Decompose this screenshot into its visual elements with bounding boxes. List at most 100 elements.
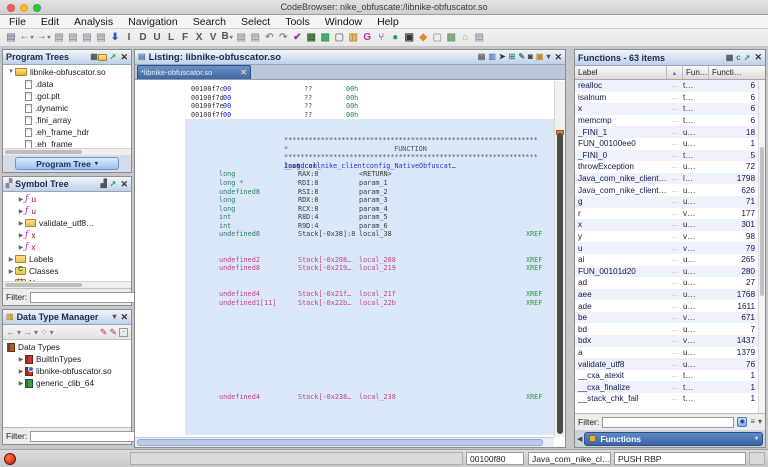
program-tree-section-row[interactable]: .got.plt [3, 90, 131, 102]
symbol-tree-row[interactable]: ▶ ƒ x [3, 241, 131, 253]
listing-line[interactable] [185, 281, 554, 291]
listing-line[interactable] [185, 238, 554, 248]
function-row[interactable]: isalnum … t… 6 [575, 92, 758, 104]
column-header-label[interactable]: Label [575, 66, 667, 79]
symbol-filter-input[interactable] [30, 291, 147, 303]
listing-line[interactable]: long * RDI:8 param_1 [185, 179, 554, 188]
function-row[interactable]: u … v… 79 [575, 242, 758, 254]
paste-icon[interactable]: ▥ [488, 50, 496, 64]
listing-line[interactable]: 00100f7e 00 ?? 00h [185, 102, 554, 111]
compiler-icon[interactable]: c [736, 51, 740, 65]
functions-tab[interactable]: Functions ▾ [584, 431, 763, 446]
nav-back-icon[interactable]: ← [20, 29, 34, 46]
listing-line[interactable] [185, 409, 554, 419]
function-row[interactable]: bd … u… 7 [575, 323, 758, 335]
column-header-size[interactable]: Functi… [709, 66, 765, 79]
close-panel-icon[interactable]: ✕ [120, 179, 128, 190]
program-tree-section-row[interactable]: .dynamic [3, 102, 131, 114]
clone-icon[interactable]: ▤ [474, 30, 485, 46]
listing-line[interactable] [185, 367, 554, 376]
preview-icon[interactable]: ⁘ [40, 327, 48, 338]
listing-line[interactable] [185, 307, 554, 316]
letter-button-B[interactable]: B [222, 29, 233, 46]
menu-item[interactable]: Select [241, 16, 270, 28]
graph-icon[interactable]: ▟ [101, 177, 107, 191]
menu-item[interactable]: Search [193, 16, 226, 28]
function-row[interactable]: FUN_00100ee0 … u… 1 [575, 138, 758, 150]
function-row[interactable]: r … v… 177 [575, 208, 758, 220]
column-filter-icon[interactable]: ≡ [750, 415, 755, 429]
program-tree-root-row[interactable]: ▼ libnike-obfuscator.so [3, 66, 131, 78]
listing-line[interactable] [185, 127, 554, 137]
function-row[interactable]: aee … u… 1768 [575, 288, 758, 301]
expand-arrow-icon[interactable]: ▶ [17, 368, 25, 375]
close-panel-icon[interactable]: ✕ [554, 52, 562, 63]
listing-vscroll-thumb[interactable] [557, 133, 563, 434]
symbol-tree-row[interactable]: ▶ ƒ u [3, 193, 131, 205]
filter-arrays-icon[interactable]: ✎ [100, 327, 108, 338]
listing-vscrollbar[interactable] [554, 81, 565, 437]
listing-line[interactable]: ****************************************… [185, 136, 554, 145]
validate-icon[interactable]: ✔ [292, 30, 303, 46]
listing-line[interactable]: long RCX:8 param_4 [185, 204, 554, 214]
letter-button-L[interactable]: L [166, 30, 177, 46]
function-row[interactable]: a … u… 1379 [575, 347, 758, 359]
next-type-icon[interactable]: → [23, 327, 32, 337]
detach-icon[interactable]: ➚ [110, 50, 117, 64]
function-row[interactable]: x … t… 6 [575, 103, 758, 115]
function-row[interactable]: ad … u… 27 [575, 277, 758, 289]
functions-vscrollbar[interactable] [758, 80, 765, 413]
copy-icon[interactable]: ▤ [478, 50, 486, 64]
menu-item[interactable]: Tools [285, 16, 310, 28]
listing-line[interactable]: undefined4 Stack[-0x238… local_238 XREF [185, 392, 554, 402]
function-row[interactable]: be … v… 671 [575, 311, 758, 324]
dtm-archive-row[interactable]: ▶ libnike-obfuscator.so [3, 365, 131, 377]
menu-item[interactable]: Edit [41, 16, 59, 28]
symbol-tree-row[interactable]: ▶ Classes [3, 265, 131, 277]
function-row[interactable]: Java_com_nike_client… … l… 1798 [575, 172, 758, 185]
functions-filter-input[interactable] [602, 416, 735, 428]
tab-scroll-left-icon[interactable]: ◀ [577, 435, 582, 443]
listing-line[interactable] [185, 384, 554, 393]
functions-vscroll-thumb[interactable] [760, 146, 764, 297]
dtm-root-row[interactable]: Data Types [3, 341, 131, 353]
close-tab-icon[interactable]: ✕ [240, 68, 247, 77]
table-options-icon[interactable]: ▦ [726, 51, 734, 65]
clipboard-icon-2[interactable]: ▤ [250, 30, 261, 46]
listing-line[interactable] [185, 426, 554, 436]
disassemble-icon[interactable]: ⬇ [110, 30, 121, 46]
window2-icon[interactable]: ▢ [432, 30, 443, 46]
listing-line[interactable] [185, 401, 554, 410]
function-row[interactable]: g … u… 71 [575, 195, 758, 208]
menu-item[interactable]: Help [377, 16, 399, 28]
snapshot-icon[interactable]: ▣ [536, 50, 544, 64]
function-row[interactable]: realloc … t… 6 [575, 80, 758, 92]
symbol-tree-row[interactable]: ▶ ƒ x [3, 229, 131, 241]
function-row[interactable]: __stack_chk_fail … t… 1 [575, 393, 758, 405]
menu-item[interactable]: Navigation [128, 16, 178, 28]
listing-line[interactable]: undefined1[11] Stack[-0x22b… local_22b X… [185, 298, 554, 308]
function-row[interactable]: Java_com_nike_client… … u… 626 [575, 184, 758, 196]
undo-icon[interactable]: ↶ [264, 30, 275, 46]
filter-options-icon[interactable]: ◉ [737, 417, 748, 427]
function-row[interactable]: bdx … v… 1437 [575, 335, 758, 347]
program-tree-section-row[interactable]: .data [3, 78, 131, 90]
symbol-tree-hscrollbar[interactable] [3, 281, 131, 288]
listing-line[interactable] [185, 273, 554, 282]
symbol-tree-row[interactable]: ▶ validate_utf8… [3, 217, 131, 229]
listing-line[interactable]: long RAX:8 <RETURN> [185, 170, 554, 180]
listing-line[interactable]: 00100f7d 00 ?? 00h [185, 94, 554, 103]
listing-line[interactable]: long RDX:8 param_3 [185, 196, 554, 205]
letter-button-U[interactable]: U [152, 30, 163, 46]
function-row[interactable]: ai … u… 265 [575, 254, 758, 266]
letter-button-X[interactable]: X [194, 30, 205, 46]
call-tree-icon[interactable]: ⑂ [376, 30, 387, 46]
function-row[interactable]: _FINI_1 … u… 18 [575, 126, 758, 138]
function-row[interactable]: y … v… 98 [575, 231, 758, 243]
listing-line[interactable] [185, 358, 554, 368]
listing-line[interactable] [185, 375, 554, 385]
expand-arrow-icon[interactable]: ▶ [17, 220, 25, 227]
toggle-view-icon[interactable]: ▦ [90, 50, 98, 64]
listing-line[interactable]: undefined8 RSI:8 param_2 [185, 187, 554, 197]
column-header-function[interactable]: Fun… [683, 66, 709, 79]
